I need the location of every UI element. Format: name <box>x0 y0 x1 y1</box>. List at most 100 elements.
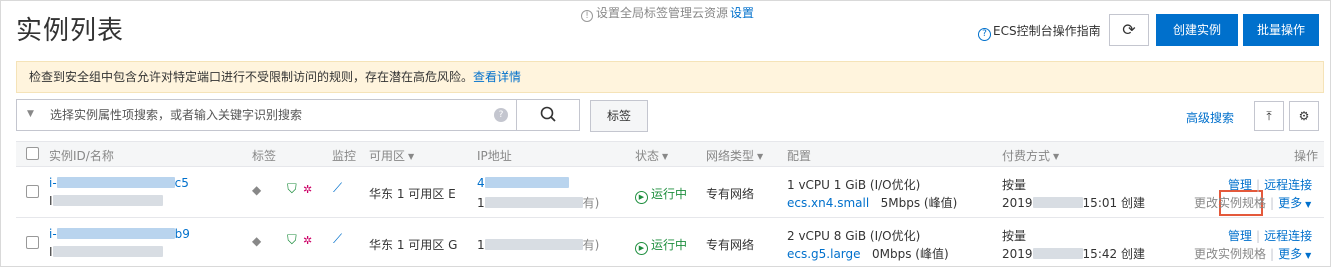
instance-id-link[interactable]: i-b9 <box>49 227 190 241</box>
created-time: 2019 15:01 创建 <box>1002 194 1145 211</box>
sort-icon: ▼ <box>757 152 764 161</box>
config-type-bandwidth: ecs.g5.large 0Mbps (峰值) <box>787 245 949 262</box>
redacted-block <box>484 177 569 188</box>
zone: 华东 1 可用区 E <box>369 187 456 201</box>
redacted-block <box>56 177 175 188</box>
instance-id-suffix: b9 <box>174 227 190 241</box>
private-ip-prefix: 1 <box>477 238 485 252</box>
status-text: 运行中 <box>651 187 688 201</box>
info-icon: ! <box>581 10 593 22</box>
config-spec: 1 vCPU 1 GiB (I/O优化) <box>787 178 921 192</box>
header-zone-label: 可用区 <box>369 149 406 163</box>
export-button[interactable]: ⤒ <box>1254 101 1284 131</box>
instance-id-prefix: i- <box>49 227 57 241</box>
actions-line1: 管理 | 远程连接 <box>1228 227 1312 244</box>
monitor-chart-icon[interactable]: ⟋ <box>333 181 342 196</box>
select-all-checkbox[interactable] <box>26 147 39 160</box>
alert-details-link[interactable]: 查看详情 <box>473 70 521 84</box>
search-help-icon[interactable]: ? <box>494 108 508 122</box>
chevron-down-icon[interactable]: ▼ <box>27 109 34 119</box>
alert-text: 检查到安全组中包含允许对特定端口进行不受限制访问的规则，存在潜在高危风险。 <box>29 70 474 84</box>
header-ip: IP地址 <box>477 149 512 163</box>
manage-link[interactable]: 管理 <box>1228 229 1252 243</box>
sort-icon: ▼ <box>1053 152 1060 161</box>
gear-icon: ⚙ <box>1298 109 1310 123</box>
refresh-button[interactable]: ⟳ <box>1109 14 1149 46</box>
search-input[interactable] <box>50 104 480 126</box>
created-time-text: 15:42 创建 <box>1082 247 1145 261</box>
status-text: 运行中 <box>651 238 688 252</box>
header-zone[interactable]: 可用区 ▼ <box>369 147 414 164</box>
search-box[interactable]: ▼ ? <box>16 99 517 131</box>
created-time: 2019 15:42 创建 <box>1002 245 1145 262</box>
more-link[interactable]: 更多 <box>1278 247 1302 261</box>
search-button[interactable] <box>516 99 580 131</box>
create-instance-button[interactable]: 创建实例 <box>1156 14 1238 46</box>
shield-icon[interactable]: ⛉ <box>287 233 297 248</box>
security-config-icon[interactable]: ✲ <box>303 183 312 196</box>
redacted-block <box>1032 248 1083 259</box>
actions-line1: 管理 | 远程连接 <box>1228 176 1312 193</box>
public-ip[interactable]: 4 <box>477 176 569 190</box>
header-tag: 标签 <box>252 149 277 163</box>
page-frame: 实例列表 ! 设置全局标签管理云资源 设置 ? ECS控制台操作指南 ⟳ 创建实例 批… <box>0 0 1331 267</box>
tag-tip: ! 设置全局标签管理云资源 设置 <box>581 5 754 22</box>
actions-line2: 更改实例规格 | 更多 ▼ <box>1194 194 1311 211</box>
row-checkbox[interactable] <box>26 185 39 198</box>
redacted-block <box>484 197 583 208</box>
instance-type-link[interactable]: ecs.xn4.small <box>787 196 869 210</box>
security-config-icon[interactable]: ✲ <box>303 234 312 247</box>
header-config: 配置 <box>787 149 812 163</box>
redacted-block <box>484 239 583 250</box>
batch-operation-button[interactable]: 批量操作 <box>1243 14 1319 46</box>
instance-name: I <box>49 194 163 208</box>
more-link[interactable]: 更多 <box>1278 196 1302 210</box>
tag-tip-link[interactable]: 设置 <box>730 6 754 20</box>
status-badge: ▶ 运行中 <box>635 185 687 204</box>
private-ip: 1 有) <box>477 236 599 253</box>
header-action: 操作 <box>1294 149 1319 163</box>
monitor-chart-icon[interactable]: ⟋ <box>333 232 342 247</box>
status-badge: ▶ 运行中 <box>635 236 687 255</box>
refresh-icon: ⟳ <box>1122 20 1136 39</box>
manage-link[interactable]: 管理 <box>1228 178 1252 192</box>
change-spec-link[interactable]: 更改实例规格 <box>1194 196 1266 210</box>
shield-icon[interactable]: ⛉ <box>287 182 297 197</box>
advanced-search-link[interactable]: 高级搜索 <box>1186 109 1234 126</box>
private-ip-prefix: 1 <box>477 196 485 210</box>
play-icon: ▶ <box>635 191 648 204</box>
sort-icon: ▼ <box>662 152 669 161</box>
separator: | <box>1270 247 1275 261</box>
header-network[interactable]: 网络类型 ▼ <box>706 147 763 164</box>
tag-filter-button[interactable]: 标签 <box>590 100 648 132</box>
separator: | <box>1256 229 1261 243</box>
tag-tip-text: 设置全局标签管理云资源 <box>596 6 729 20</box>
tag-icon[interactable]: ◆ <box>252 183 261 197</box>
network-type: 专有网络 <box>706 238 755 252</box>
instance-type-link[interactable]: ecs.g5.large <box>787 247 861 261</box>
console-guide-link[interactable]: ? ECS控制台操作指南 <box>978 23 1101 41</box>
remote-connect-link[interactable]: 远程连接 <box>1264 229 1312 243</box>
page-title: 实例列表 <box>16 16 125 46</box>
redacted-block <box>52 195 163 206</box>
row-checkbox[interactable] <box>26 236 39 249</box>
separator: | <box>1270 196 1275 210</box>
help-icon: ? <box>978 28 991 41</box>
instance-id-link[interactable]: i-c5 <box>49 176 189 190</box>
private-ip-suffix: 有) <box>582 196 600 210</box>
separator: | <box>1256 178 1261 192</box>
header-monitor: 监控 <box>332 149 357 163</box>
header-status-label: 状态 <box>635 149 660 163</box>
header-billing[interactable]: 付费方式 ▼ <box>1002 147 1059 164</box>
header-status[interactable]: 状态 ▼ <box>635 147 668 164</box>
created-year: 2019 <box>1002 247 1033 261</box>
sort-icon: ▼ <box>408 152 415 161</box>
settings-button[interactable]: ⚙ <box>1289 101 1319 131</box>
tag-icon[interactable]: ◆ <box>252 234 261 248</box>
private-ip-suffix: 有) <box>582 238 600 252</box>
config-spec: 2 vCPU 8 GiB (I/O优化) <box>787 229 921 243</box>
change-spec-link[interactable]: 更改实例规格 <box>1194 247 1266 261</box>
private-ip: 1 有) <box>477 194 599 211</box>
remote-connect-link[interactable]: 远程连接 <box>1264 178 1312 192</box>
bandwidth: 0Mbps (峰值) <box>871 247 949 261</box>
